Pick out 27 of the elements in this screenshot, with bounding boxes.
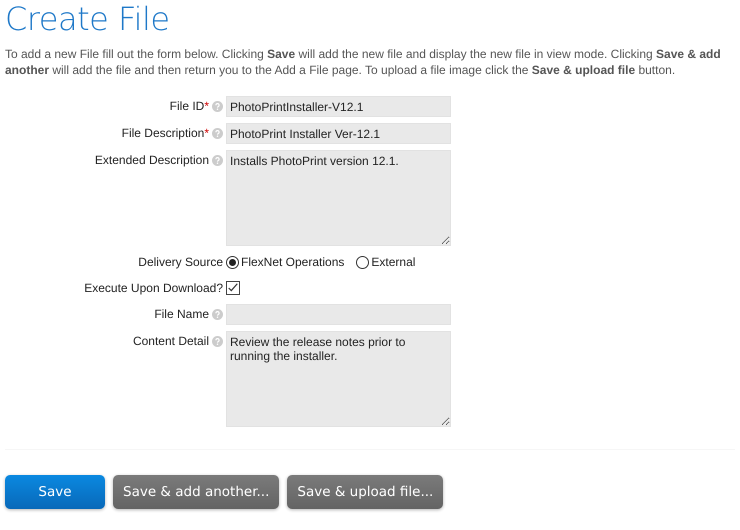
help-icon[interactable] — [212, 128, 223, 139]
action-button[interactable]: Save & upload file... — [287, 475, 444, 510]
page-title: Create File — [5, 0, 171, 38]
input-field[interactable] — [226, 304, 451, 326]
help-icon[interactable] — [212, 154, 223, 166]
field-label: Execute Upon Download? — [84, 280, 223, 298]
radio-button[interactable] — [226, 256, 239, 269]
help-icon[interactable] — [212, 308, 223, 320]
radio-button[interactable] — [356, 256, 370, 269]
field-label: Delivery Source — [138, 254, 223, 272]
input-field[interactable]: PhotoPrintInstaller-V12.1 — [226, 96, 451, 118]
field-label: File Name — [154, 306, 209, 324]
input-field[interactable]: PhotoPrint Installer Ver-12.1 — [226, 123, 451, 144]
checkbox[interactable] — [226, 281, 240, 296]
save-button[interactable]: Save — [5, 475, 105, 510]
action-button[interactable]: Save & add another... — [113, 475, 280, 510]
field-label: File ID* — [170, 98, 209, 116]
radio-label[interactable]: External — [371, 253, 416, 272]
help-icon[interactable] — [212, 100, 223, 112]
field-label: File Description* — [122, 125, 209, 142]
text-area[interactable]: Review the release notes prior to running the installer. — [226, 331, 451, 428]
intro-paragraph: To add a new File fill out the form below. Clicking Save will add the new file and display the new file in view mode. Clicking Save & add another will add the file and then return you to the Add a File page. To upload a file image click the Save & upload file button. — [5, 46, 722, 78]
field-label: Extended Description — [94, 152, 209, 170]
radio-label[interactable]: FlexNet Operations — [241, 253, 344, 272]
text-area[interactable]: Installs PhotoPrint version 12.1. — [226, 150, 451, 246]
field-label: Content Detail — [132, 333, 209, 350]
help-icon[interactable] — [212, 336, 223, 347]
